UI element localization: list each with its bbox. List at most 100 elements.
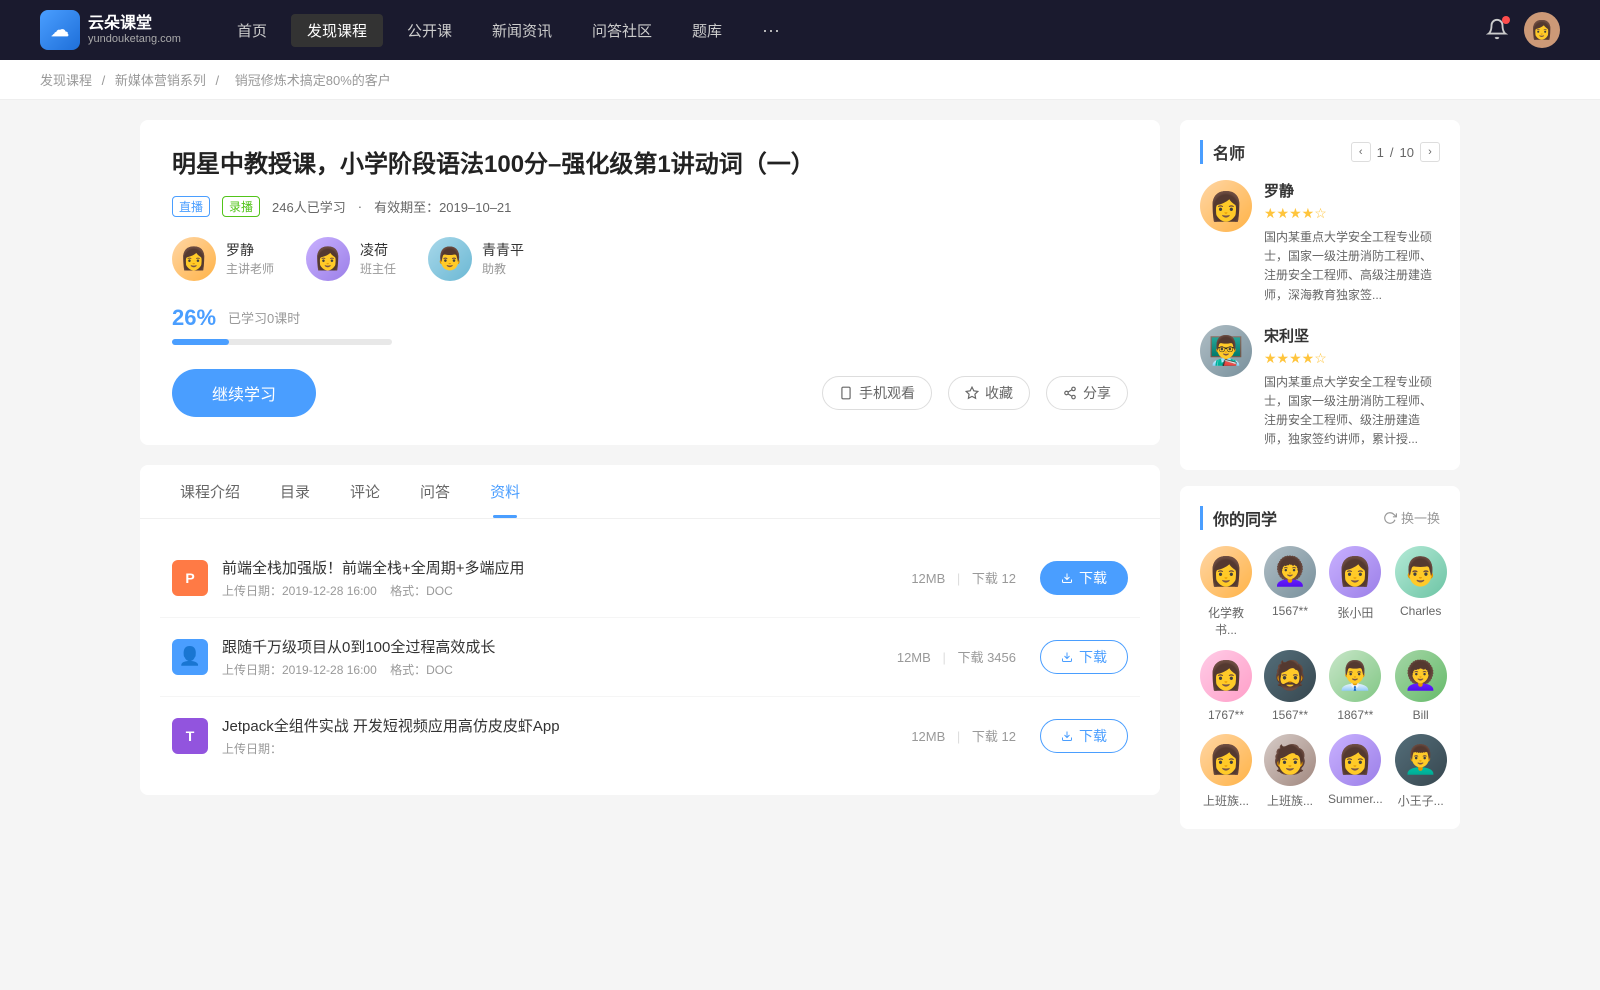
instructor-2: 👨 青青平 助教: [428, 237, 524, 281]
share-button[interactable]: 分享: [1046, 376, 1128, 410]
download-button-2[interactable]: 下载: [1040, 719, 1128, 753]
classmate-4: 👩 1767**: [1200, 650, 1252, 722]
teacher-item-1: 👨‍🏫 宋利坚 ★★★★☆ 国内某重点大学安全工程专业硕士，国家一级注册消防工程…: [1200, 325, 1440, 450]
download-button-1[interactable]: 下载: [1040, 640, 1128, 674]
classmate-2: 👩 张小田: [1328, 546, 1383, 638]
file-meta-1: 上传日期：2019-12-28 16:00 格式：DOC: [222, 661, 897, 678]
star-icon: [965, 386, 979, 400]
tabs-header: 课程介绍 目录 评论 问答 资料: [140, 465, 1160, 519]
classmate-avatar-8: 👩: [1200, 734, 1252, 786]
teacher-avatar-1: 👨‍🏫: [1200, 325, 1252, 377]
teacher-stars-1: ★★★★☆: [1264, 350, 1440, 367]
instructor-0: 👩 罗静 主讲老师: [172, 237, 274, 281]
tab-qa[interactable]: 问答: [400, 465, 470, 518]
mobile-watch-button[interactable]: 手机观看: [822, 376, 932, 410]
download-icon-2: [1061, 730, 1073, 742]
file-meta-0: 上传日期：2019-12-28 16:00 格式：DOC: [222, 582, 911, 599]
classmate-5: 🧔 1567**: [1264, 650, 1316, 722]
tab-catalog[interactable]: 目录: [260, 465, 330, 518]
teacher-next-button[interactable]: ›: [1420, 142, 1440, 162]
nav-right: 👩: [1486, 12, 1560, 48]
file-icon-0: P: [172, 560, 208, 596]
bell-icon[interactable]: [1486, 18, 1508, 43]
classmate-name-2: 张小田: [1337, 604, 1373, 621]
logo-icon: ☁: [40, 10, 80, 50]
instructors: 👩 罗静 主讲老师 👩 凌荷 班主任 👨 青青平: [172, 237, 1128, 281]
classmate-1: 👩‍🦱 1567**: [1264, 546, 1316, 638]
file-icon-2: T: [172, 718, 208, 754]
classmate-name-11: 小王子...: [1398, 792, 1444, 809]
classmate-avatar-10: 👩: [1329, 734, 1381, 786]
teacher-avatar-0: 👩: [1200, 180, 1252, 232]
file-name-2: Jetpack全组件实战 开发短视频应用高仿皮皮虾App: [222, 715, 911, 736]
file-name-1: 跟随千万级项目从0到100全过程高效成长: [222, 636, 897, 657]
teacher-name-1: 宋利坚: [1264, 325, 1440, 346]
classmates-card-header: 你的同学 换一换: [1200, 506, 1440, 530]
classmate-name-3: Charles: [1400, 604, 1441, 618]
logo-text: 云朵课堂 yundouketang.com: [88, 14, 181, 46]
refresh-classmates-button[interactable]: 换一换: [1383, 508, 1440, 527]
classmate-name-8: 上班族...: [1203, 792, 1249, 809]
download-icon-0: [1061, 572, 1073, 584]
classmate-name-5: 1567**: [1272, 708, 1308, 722]
tag-live: 直播: [172, 196, 210, 217]
file-item-1: 👤 跟随千万级项目从0到100全过程高效成长 上传日期：2019-12-28 1…: [160, 618, 1140, 697]
collect-button[interactable]: 收藏: [948, 376, 1030, 410]
student-count: 246人已学习: [272, 197, 346, 216]
classmates-card-title: 你的同学: [1200, 506, 1277, 530]
tab-material[interactable]: 资料: [470, 465, 540, 518]
notification-dot: [1502, 16, 1510, 24]
download-button-0[interactable]: 下载: [1040, 561, 1128, 595]
instructor-name-2: 青青平: [482, 240, 524, 260]
download-icon-1: [1061, 651, 1073, 663]
classmate-name-4: 1767**: [1208, 708, 1244, 722]
user-avatar[interactable]: 👩: [1524, 12, 1560, 48]
classmate-avatar-2: 👩: [1329, 546, 1381, 598]
continue-button[interactable]: 继续学习: [172, 369, 316, 417]
teacher-card-header: 名师 ‹ 1 / 10 ›: [1200, 140, 1440, 164]
instructor-avatar-1: 👩: [306, 237, 350, 281]
teacher-card: 名师 ‹ 1 / 10 › 👩 罗静 ★★★★☆ 国内某重点大学安全工程专业硕士…: [1180, 120, 1460, 470]
breadcrumb: 发现课程 / 新媒体营销系列 / 销冠修炼术搞定80%的客户: [0, 60, 1600, 100]
teacher-prev-button[interactable]: ‹: [1351, 142, 1371, 162]
tag-record: 录播: [222, 196, 260, 217]
file-item-0: P 前端全栈加强版！前端全栈+全周期+多端应用 上传日期：2019-12-28 …: [160, 539, 1140, 618]
classmates-grid: 👩 化学教书... 👩‍🦱 1567** 👩 张小田 👨 Charles 👩: [1200, 546, 1440, 809]
teacher-card-title: 名师: [1200, 140, 1245, 164]
tab-review[interactable]: 评论: [330, 465, 400, 518]
nav-item-qa[interactable]: 问答社区: [576, 14, 668, 47]
logo[interactable]: ☁ 云朵课堂 yundouketang.com: [40, 10, 181, 50]
nav-item-quiz[interactable]: 题库: [676, 14, 738, 47]
refresh-icon: [1383, 511, 1397, 525]
nav-item-open[interactable]: 公开课: [391, 14, 468, 47]
classmate-avatar-0: 👩: [1200, 546, 1252, 598]
classmate-avatar-1: 👩‍🦱: [1264, 546, 1316, 598]
breadcrumb-link-series[interactable]: 新媒体营销系列: [115, 73, 206, 88]
file-icon-1: 👤: [172, 639, 208, 675]
progress-bar: [172, 339, 392, 345]
classmate-name-7: Bill: [1413, 708, 1429, 722]
classmate-name-6: 1867**: [1337, 708, 1373, 722]
file-meta-2: 上传日期：: [222, 740, 911, 757]
instructor-name-0: 罗静: [226, 240, 274, 260]
classmate-name-9: 上班族...: [1267, 792, 1313, 809]
nav-item-home[interactable]: 首页: [221, 14, 283, 47]
file-info-2: Jetpack全组件实战 开发短视频应用高仿皮皮虾App 上传日期：: [222, 715, 911, 757]
nav-item-news[interactable]: 新闻资讯: [476, 14, 568, 47]
valid-until: 有效期至：2019–10–21: [374, 197, 511, 216]
instructor-1: 👩 凌荷 班主任: [306, 237, 396, 281]
teacher-desc-1: 国内某重点大学安全工程专业硕士，国家一级注册消防工程师、注册安全工程师、级注册建…: [1264, 373, 1440, 450]
nav-item-more[interactable]: ···: [746, 14, 796, 47]
tab-intro[interactable]: 课程介绍: [160, 465, 260, 518]
classmate-name-1: 1567**: [1272, 604, 1308, 618]
nav-item-discover[interactable]: 发现课程: [291, 14, 383, 47]
teacher-item-0: 👩 罗静 ★★★★☆ 国内某重点大学安全工程专业硕士，国家一级注册消防工程师、注…: [1200, 180, 1440, 305]
classmate-7: 👩‍🦱 Bill: [1395, 650, 1447, 722]
breadcrumb-current: 销冠修炼术搞定80%的客户: [235, 73, 391, 88]
classmate-0: 👩 化学教书...: [1200, 546, 1252, 638]
course-card: 明星中教授课，小学阶段语法100分–强化级第1讲动词（一） 直播 录播 246人…: [140, 120, 1160, 445]
tabs-content: P 前端全栈加强版！前端全栈+全周期+多端应用 上传日期：2019-12-28 …: [140, 519, 1160, 795]
share-icon: [1063, 386, 1077, 400]
breadcrumb-link-discover[interactable]: 发现课程: [40, 73, 92, 88]
mobile-icon: [839, 386, 853, 400]
